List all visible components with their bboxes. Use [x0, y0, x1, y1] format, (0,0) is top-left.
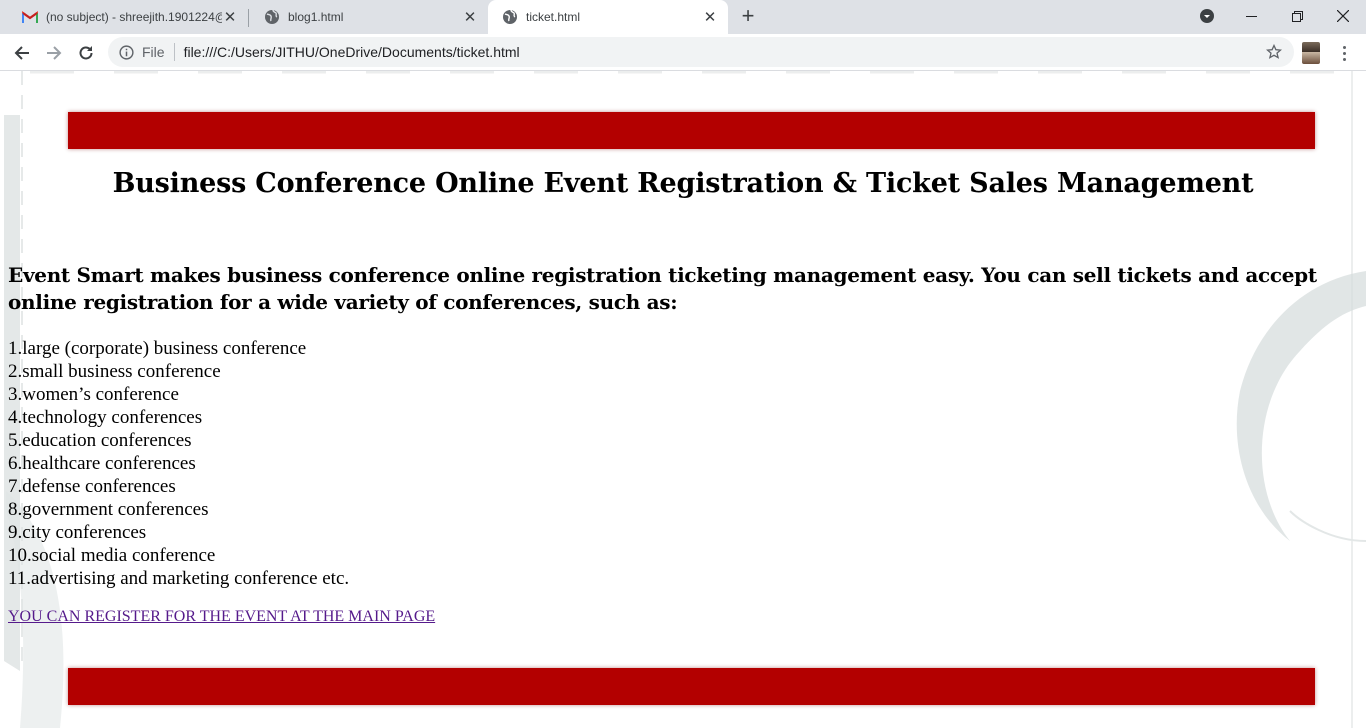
close-window-button[interactable]: [1320, 0, 1366, 32]
page-viewport: Business Conference Online Event Registr…: [0, 71, 1366, 728]
tab-search-button[interactable]: [1184, 0, 1230, 32]
restore-icon: [1291, 10, 1303, 22]
list-item: 7.defense conferences: [8, 476, 176, 497]
page-content: Business Conference Online Event Registr…: [0, 71, 1366, 728]
tab-title: blog1.html: [288, 10, 344, 24]
close-icon: [1337, 10, 1349, 22]
close-icon[interactable]: ✕: [702, 9, 718, 26]
list-item: 1.large (corporate) business conference: [8, 338, 307, 359]
tab-title: (no subject) - shreejith.1901224@: [46, 10, 222, 24]
list-item: 9.city conferences: [8, 522, 147, 543]
list-item: 5.education conferences: [8, 430, 192, 451]
list-item: 2.small business conference: [8, 361, 221, 382]
header-banner: [68, 112, 1315, 149]
reload-button[interactable]: [72, 39, 100, 67]
minimize-icon: [1245, 15, 1257, 17]
register-link[interactable]: YOU CAN REGISTER FOR THE EVENT AT THE MA…: [8, 608, 435, 626]
more-icon: [1342, 45, 1346, 49]
tab-strip: (no subject) - shreejith.1901224@ ✕ blog…: [0, 0, 1366, 34]
back-button[interactable]: [8, 39, 36, 67]
tab-title: ticket.html: [526, 10, 581, 24]
forward-button[interactable]: [40, 39, 68, 67]
star-icon[interactable]: [1265, 43, 1283, 60]
scheme-label: File: [142, 44, 165, 60]
url-text[interactable]: file:///C:/Users/JITHU/OneDrive/Document…: [184, 44, 520, 60]
list-item: 3.women’s conference: [8, 384, 179, 405]
tab-gmail[interactable]: (no subject) - shreejith.1901224@ ✕: [8, 0, 248, 34]
new-tab-button[interactable]: +: [737, 3, 759, 28]
gmail-icon: [22, 9, 38, 25]
globe-icon: [502, 9, 518, 25]
arrow-right-icon: [47, 46, 62, 60]
list-item: 4.technology conferences: [8, 407, 203, 428]
globe-icon: [264, 9, 280, 25]
reload-icon: [79, 46, 93, 60]
avatar[interactable]: [1302, 42, 1320, 64]
footer-banner: [68, 668, 1315, 705]
restore-button[interactable]: [1274, 0, 1320, 32]
chevron-down-icon: [1200, 9, 1214, 23]
list-item: 11.advertising and marketing conference …: [8, 568, 350, 589]
close-icon[interactable]: ✕: [222, 9, 238, 26]
info-icon[interactable]: [118, 44, 134, 60]
tab-separator: [248, 9, 249, 27]
address-divider: [173, 43, 175, 61]
tab-blog1[interactable]: blog1.html ✕: [250, 0, 488, 34]
close-icon[interactable]: ✕: [462, 9, 478, 26]
arrow-left-icon: [14, 46, 29, 60]
intro-heading: Event Smart makes business conference on…: [8, 263, 1317, 314]
menu-button[interactable]: [1334, 43, 1354, 63]
tab-ticket[interactable]: ticket.html ✕: [488, 0, 728, 34]
address-bar[interactable]: File file:///C:/Users/JITHU/OneDrive/Doc…: [108, 37, 1294, 67]
minimize-button[interactable]: [1228, 0, 1274, 32]
list-item: 6.healthcare conferences: [8, 453, 196, 474]
page-title: Business Conference Online Event Registr…: [112, 168, 1254, 199]
browser-toolbar: File file:///C:/Users/JITHU/OneDrive/Doc…: [0, 34, 1366, 71]
conference-list: 1.large (corporate) business conference …: [8, 337, 349, 590]
list-item: 8.government conferences: [8, 499, 209, 520]
list-item: 10.social media conference: [8, 545, 216, 566]
